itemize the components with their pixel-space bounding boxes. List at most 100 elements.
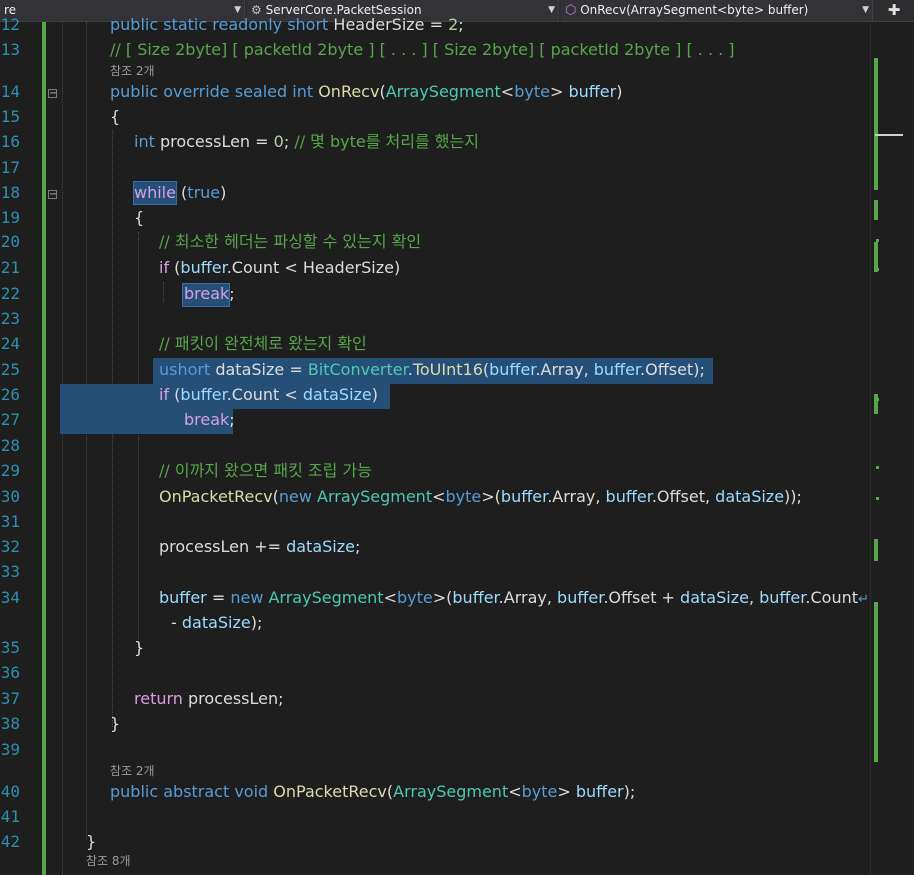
code-line[interactable]: break; xyxy=(184,410,235,430)
marker-dot xyxy=(876,239,879,242)
line-number: 39 xyxy=(0,740,20,759)
code-token: = xyxy=(206,588,231,607)
code-line[interactable]: ushort dataSize = BitConverter.ToUInt16(… xyxy=(159,360,705,380)
scroll-position-indicator xyxy=(875,134,903,136)
code-line[interactable]: if (buffer.Count < HeaderSize) xyxy=(159,258,400,278)
code-token: HeaderSize = xyxy=(333,15,449,34)
code-token: ; xyxy=(229,284,235,303)
code-token: < xyxy=(383,588,397,607)
code-token: new xyxy=(278,487,317,506)
code-token: } xyxy=(134,638,145,657)
code-token: )); xyxy=(784,487,802,506)
code-token: ; xyxy=(354,537,361,556)
line-number: 27 xyxy=(0,410,20,429)
code-token: dataSize xyxy=(286,537,355,556)
split-view-button[interactable]: ✚ xyxy=(874,0,914,21)
code-token: ToUInt16 xyxy=(412,360,483,379)
line-number: 30 xyxy=(0,487,20,506)
word-wrap-glyph-icon: ↵ xyxy=(858,592,869,607)
code-token: < xyxy=(508,782,522,801)
code-token: ArraySegment xyxy=(393,782,509,801)
code-lens-references[interactable]: 참조 2개 xyxy=(110,64,155,78)
code-line[interactable]: { xyxy=(110,107,120,127)
code-line[interactable]: int processLen = 0; // 몇 byte를 처리를 했는지 xyxy=(134,132,479,152)
code-editor[interactable]: − − 참조 2개 참조 2개 참조 8개 12 public static re… xyxy=(0,15,870,875)
code-token: { xyxy=(110,107,121,126)
marker-dot xyxy=(876,466,879,469)
code-line[interactable]: { xyxy=(134,208,144,228)
code-token: ( xyxy=(169,385,181,404)
code-token: // [ Size 2byte] [ packetId 2byte ] [ . … xyxy=(110,40,735,59)
code-token: OnPacketRecv xyxy=(159,487,273,506)
code-token: BitConverter xyxy=(307,360,408,379)
vertical-scrollbar[interactable] xyxy=(870,22,914,875)
line-number: 22 xyxy=(0,284,20,303)
code-line[interactable]: } xyxy=(134,638,144,658)
code-line[interactable]: // 이까지 왔으면 패킷 조립 가능 xyxy=(159,461,372,481)
split-view-icon: ✚ xyxy=(887,1,901,19)
code-line[interactable]: processLen += dataSize; xyxy=(159,537,360,557)
code-line[interactable]: buffer = new ArraySegment<byte>(buffer.A… xyxy=(159,588,858,608)
code-token: processLen += xyxy=(159,537,287,556)
code-lens-references[interactable]: 참조 8개 xyxy=(86,854,131,868)
code-token: buffer xyxy=(593,360,641,379)
code-token: public abstract void xyxy=(110,782,274,801)
code-line[interactable]: } xyxy=(110,714,120,734)
code-line[interactable]: public override sealed int OnRecv(ArrayS… xyxy=(110,82,622,102)
line-number: 15 xyxy=(0,107,20,126)
marker-dot xyxy=(876,497,879,500)
code-token: ); xyxy=(250,613,263,632)
collapse-toggle-icon[interactable]: − xyxy=(48,89,57,99)
code-token: .Count xyxy=(805,588,858,607)
code-line[interactable]: if (buffer.Count < dataSize) xyxy=(159,385,378,405)
code-token: dataSize xyxy=(302,385,372,404)
code-token: ArraySegment xyxy=(317,487,433,506)
line-number: 33 xyxy=(0,562,20,581)
code-line[interactable]: // 최소한 헤더는 파싱할 수 있는지 확인 xyxy=(159,232,421,252)
code-token: < xyxy=(432,487,446,506)
code-line[interactable]: return processLen; xyxy=(134,689,284,709)
code-token: .Array, xyxy=(498,588,558,607)
code-token: true xyxy=(187,183,221,202)
code-token: public static readonly short xyxy=(110,15,334,34)
code-token: byte xyxy=(514,82,550,101)
line-number: 38 xyxy=(0,714,20,733)
code-line[interactable]: public abstract void OnPacketRecv(ArrayS… xyxy=(110,782,635,802)
code-token: byte xyxy=(445,487,482,506)
code-line[interactable]: - dataSize); xyxy=(171,613,262,633)
line-number: 16 xyxy=(0,132,20,151)
code-token: OnRecv xyxy=(318,82,380,101)
line-number: 32 xyxy=(0,537,20,556)
code-token: buffer xyxy=(759,588,806,607)
code-line[interactable]: break; xyxy=(184,284,235,304)
line-number: 31 xyxy=(0,512,20,531)
code-token: } xyxy=(86,832,97,851)
code-token: break xyxy=(184,284,230,303)
code-token: < xyxy=(500,82,515,101)
code-line[interactable]: } xyxy=(86,832,96,852)
code-line[interactable]: while (true) xyxy=(134,183,226,203)
line-number: 24 xyxy=(0,334,20,353)
code-line[interactable]: public static readonly short HeaderSize … xyxy=(110,15,464,35)
code-line[interactable]: OnPacketRecv(new ArraySegment<byte>(buff… xyxy=(159,487,802,507)
code-token: ) xyxy=(220,183,227,202)
line-number: 18 xyxy=(0,183,20,202)
indent-guide xyxy=(62,22,63,875)
code-token: ; xyxy=(229,410,235,429)
code-token: - xyxy=(171,613,182,632)
code-token: { xyxy=(134,208,145,227)
member-scope-dropdown[interactable]: ⬡ OnRecv(ArraySegment<byte> buffer) ▼ xyxy=(561,0,873,21)
indent-guide xyxy=(138,232,139,652)
line-number: 29 xyxy=(0,461,20,480)
code-line[interactable]: // 패킷이 완전체로 왔는지 확인 xyxy=(159,334,367,354)
code-token: .Offset, xyxy=(651,487,716,506)
code-lens-references[interactable]: 참조 2개 xyxy=(110,764,155,778)
code-token: >( xyxy=(432,588,453,607)
code-line[interactable]: // [ Size 2byte] [ packetId 2byte ] [ . … xyxy=(110,40,735,60)
code-token: dataSize xyxy=(680,588,749,607)
collapse-toggle-icon[interactable]: − xyxy=(48,190,57,200)
code-token: buffer xyxy=(605,487,652,506)
line-number: 26 xyxy=(0,385,20,404)
code-token: .Offset); xyxy=(640,360,705,379)
line-number: 12 xyxy=(0,15,20,34)
